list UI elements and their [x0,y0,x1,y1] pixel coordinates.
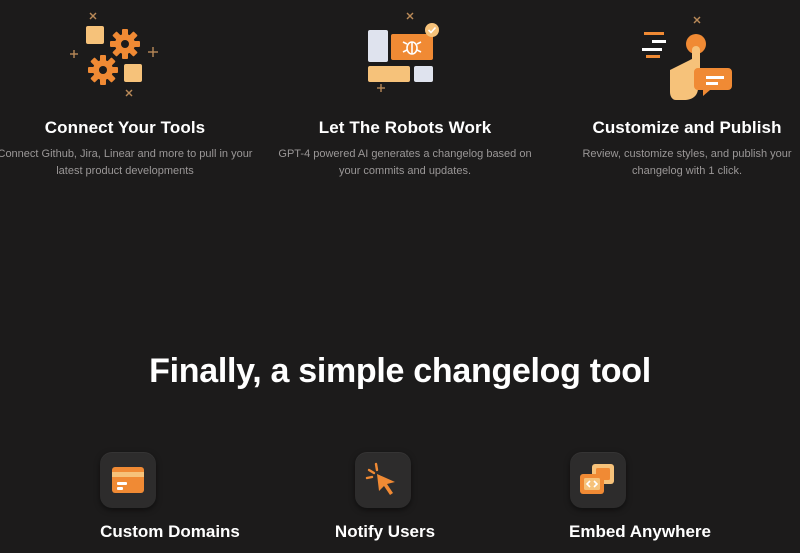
step-description: Connect Github, Jira, Linear and more to… [0,148,253,177]
steps-section: Connect Your Tools Connect Github, Jira,… [0,0,800,200]
step-description: Review, customize styles, and publish yo… [582,148,792,177]
step-title: Let The Robots Work [318,118,492,137]
embed-code-icon [570,452,626,508]
feature-title: Notify Users [334,522,436,541]
step-title: Connect Your Tools [44,118,206,137]
section-headline: Finally, a simple changelog tool [149,352,651,390]
cursor-click-icon [355,452,411,508]
feature-title: Embed Anywhere [568,522,712,541]
card-icon [100,452,156,508]
robot-bug-icon [358,8,458,104]
step-title: Customize and Publish [592,118,782,137]
step-description: GPT-4 powered AI generates a changelog b… [278,148,532,177]
feature-title: Custom Domains [100,522,240,541]
hand-chat-icon [640,8,740,104]
gears-blocks-icon [68,8,168,104]
